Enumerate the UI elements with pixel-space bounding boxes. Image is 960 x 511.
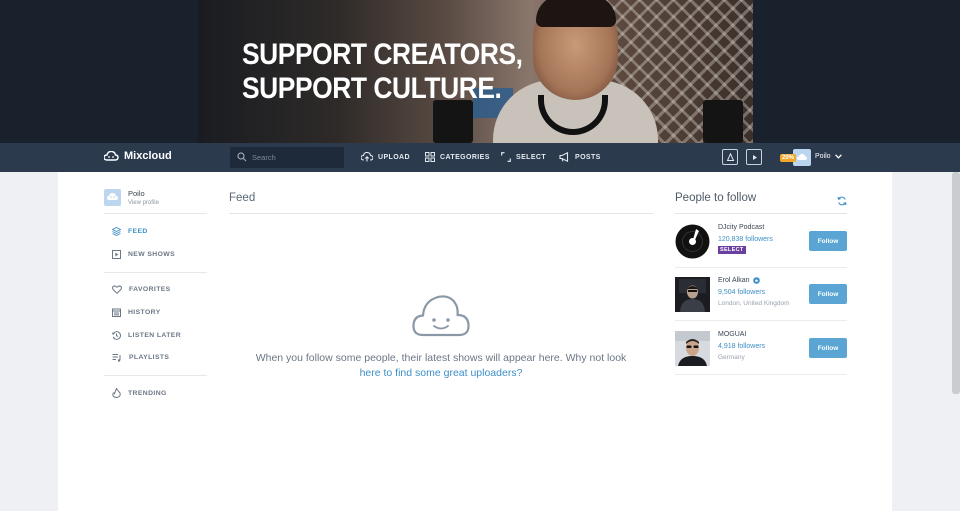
people-to-follow-title: People to follow	[675, 192, 757, 204]
select-badge: SELECT	[718, 246, 746, 254]
play-square-icon	[752, 154, 757, 160]
stack-icon	[112, 227, 121, 236]
suggested-user-row: MOGUAI 4,918 followers Germany Follow	[675, 321, 847, 375]
follow-button[interactable]: Follow	[809, 284, 847, 304]
follow-button[interactable]: Follow	[809, 231, 847, 251]
grid-icon	[425, 152, 435, 162]
sidebar-item-favorites[interactable]: FAVORITES	[112, 285, 171, 294]
heart-icon	[112, 285, 122, 294]
find-uploaders-link[interactable]: here to find some great uploaders?	[360, 367, 523, 379]
chevron-down-icon	[834, 154, 842, 159]
banner-headline: SUPPORT CREATORS, SUPPORT CULTURE.	[242, 38, 523, 106]
sidebar-item-label: TRENDING	[128, 389, 167, 397]
djcity-podcast-avatar[interactable]	[675, 224, 710, 259]
search-icon	[237, 152, 247, 162]
verified-badge-icon	[752, 277, 760, 284]
playlist-icon	[112, 354, 121, 362]
avatar	[104, 189, 121, 206]
mixcloud-logo-icon	[104, 151, 119, 161]
flame-icon	[112, 388, 121, 398]
sidebar-divider	[104, 213, 207, 214]
sidebar-profile[interactable]: Poilo View profile	[104, 189, 159, 206]
bell-icon	[726, 152, 734, 161]
top-navbar: Mixcloud UPLOAD CATEGORIES SELECT POSTS …	[0, 143, 960, 172]
sidebar-item-feed[interactable]: FEED	[112, 227, 148, 236]
banner-line-1: SUPPORT CREATORS,	[242, 38, 523, 71]
default-avatar-icon	[797, 153, 808, 160]
clock-history-icon	[112, 331, 121, 340]
page-scrollbar[interactable]	[952, 172, 960, 394]
profile-name: Poilo	[128, 189, 145, 198]
sidebar-divider	[104, 375, 207, 376]
sidebar-divider	[104, 272, 207, 273]
sidebar-item-label: HISTORY	[128, 309, 161, 316]
play-square-icon	[112, 250, 121, 259]
banner-line-2: SUPPORT CULTURE.	[242, 72, 502, 105]
sidebar-item-new-shows[interactable]: NEW SHOWS	[112, 250, 175, 259]
follower-count[interactable]: 120,838 followers	[718, 236, 773, 243]
refresh-icon	[837, 196, 847, 206]
follower-count[interactable]: 4,918 followers	[718, 343, 765, 350]
hero-banner[interactable]: SUPPORT CREATORS, SUPPORT CULTURE.	[0, 0, 960, 143]
sidebar-item-label: LISTEN LATER	[128, 332, 182, 339]
page-title: Feed	[229, 192, 256, 204]
upload-cloud-icon	[361, 152, 373, 162]
refresh-suggestions-button[interactable]	[837, 193, 847, 211]
suggested-user-name[interactable]: DJcity Podcast	[718, 224, 764, 231]
search-input[interactable]	[252, 150, 340, 165]
megaphone-icon	[559, 152, 569, 162]
nav-upload-label: UPLOAD	[378, 153, 410, 161]
profile-completion-badge: 20%	[780, 153, 797, 162]
follow-button[interactable]: Follow	[809, 338, 847, 358]
suggested-user-name[interactable]: MOGUAI	[718, 331, 746, 338]
follower-count[interactable]: 9,504 followers	[718, 289, 765, 296]
search-box[interactable]	[230, 147, 344, 168]
suggested-user-name-wrap: Erol Alkan	[718, 277, 760, 284]
nav-posts-label: POSTS	[575, 153, 601, 161]
select-brackets-icon	[501, 152, 511, 162]
nav-select[interactable]: SELECT	[501, 152, 546, 162]
nav-categories[interactable]: CATEGORIES	[425, 152, 490, 162]
erol-alkan-avatar[interactable]	[675, 277, 710, 312]
sidebar-item-listen-later[interactable]: LISTEN LATER	[112, 331, 181, 340]
nav-select-label: SELECT	[516, 153, 547, 161]
empty-feed-text: When you follow some people, their lates…	[255, 352, 627, 364]
live-stream-button[interactable]	[746, 149, 762, 165]
notifications-button[interactable]	[722, 149, 738, 165]
user-location: London, United Kingdom	[718, 300, 790, 307]
smiling-cloud-icon	[412, 293, 470, 342]
sidebar-item-label: NEW SHOWS	[128, 251, 176, 258]
logo-text: Mixcloud	[124, 150, 172, 162]
suggested-user-row: DJcity Podcast 120,838 followers SELECT …	[675, 214, 847, 268]
nav-categories-label: CATEGORIES	[440, 153, 490, 161]
nav-upload[interactable]: UPLOAD	[361, 152, 410, 162]
sidebar-item-label: FAVORITES	[129, 286, 171, 293]
username: Poilo	[815, 153, 831, 160]
user-menu[interactable]: Poilo	[815, 153, 842, 160]
profile-completion-chip[interactable]: 20%	[780, 149, 812, 166]
view-profile-link[interactable]: View profile	[128, 200, 159, 206]
feed-divider	[229, 213, 653, 214]
nav-posts[interactable]: POSTS	[559, 152, 601, 162]
calendar-icon	[112, 308, 121, 317]
default-avatar-icon	[107, 193, 118, 200]
moguai-avatar[interactable]	[675, 331, 710, 366]
suggested-user-name[interactable]: Erol Alkan	[718, 277, 750, 284]
sidebar-item-trending[interactable]: TRENDING	[112, 388, 167, 398]
sidebar-item-playlists[interactable]: PLAYLISTS	[112, 353, 169, 362]
sidebar-item-label: PLAYLISTS	[129, 354, 170, 361]
sidebar-item-label: FEED	[128, 228, 148, 235]
suggested-user-row: Erol Alkan 9,504 followers London, Unite…	[675, 267, 847, 321]
user-location: Germany	[718, 354, 745, 361]
empty-feed-message: When you follow some people, their lates…	[255, 351, 627, 381]
sidebar-item-history[interactable]: HISTORY	[112, 308, 161, 317]
mixcloud-logo[interactable]: Mixcloud	[104, 150, 172, 162]
